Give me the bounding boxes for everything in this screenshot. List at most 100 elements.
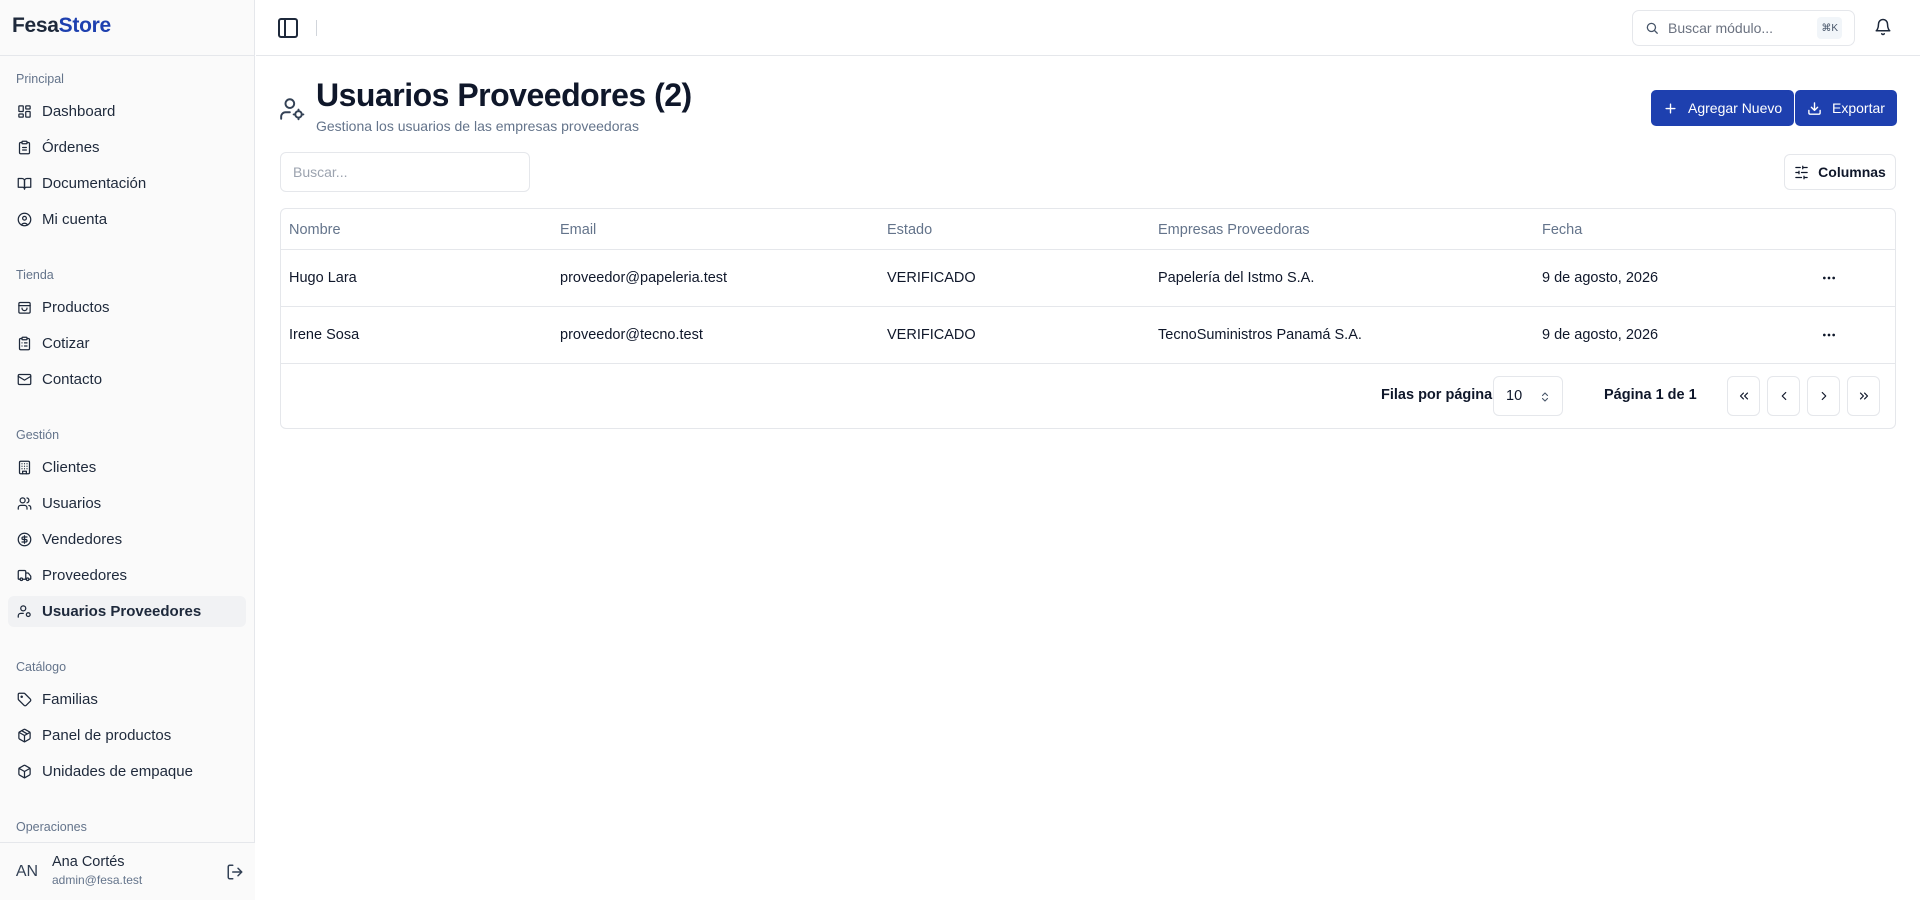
brand-name-part-1: Fesa	[12, 14, 59, 37]
user-profile: AN Ana Cortés admin@fesa.test	[0, 842, 255, 900]
sidebar-item-label: Vendedores	[42, 531, 123, 548]
sidebar-item-unidades-de-empaque[interactable]: Unidades de empaque	[8, 756, 246, 787]
dashboard-icon	[18, 105, 31, 118]
table-cell-empresa: TecnoSuministros Panamá S.A.	[1158, 327, 1362, 343]
section-label-catalogo: Catálogo	[16, 660, 67, 674]
row-actions-button[interactable]	[1815, 321, 1843, 349]
data-table: Nombre Email Estado Empresas Proveedoras…	[280, 208, 1896, 429]
book-icon	[17, 177, 32, 190]
plus-icon	[1665, 102, 1676, 114]
columns-label: Columnas	[1818, 164, 1886, 180]
page-title: Usuarios Proveedores (2)	[316, 77, 692, 113]
table-cell-empresa: Papelería del Istmo S.A.	[1158, 270, 1315, 286]
column-header-estado[interactable]: Estado	[887, 209, 932, 250]
sidebar-item-clientes[interactable]: Clientes	[8, 452, 246, 483]
row-actions-button[interactable]	[1815, 264, 1843, 292]
sidebar-item-ordenes[interactable]: Órdenes	[8, 132, 246, 163]
sidebar-item-productos[interactable]: Productos	[8, 292, 246, 323]
avatar[interactable]: AN	[12, 857, 42, 887]
bell-icon[interactable]	[1874, 18, 1892, 36]
sidebar-item-label: Usuarios	[42, 495, 102, 512]
mail-icon	[17, 373, 32, 386]
rows-per-page-label: Filas por página	[1381, 387, 1493, 403]
topbar: Buscar módulo... ⌘K	[256, 0, 1920, 56]
sidebar-item-label: Dashboard	[42, 103, 116, 120]
columns-button[interactable]: Columnas	[1784, 154, 1896, 190]
first-page-button[interactable]	[1727, 376, 1760, 416]
more-horizontal-icon	[1823, 333, 1835, 337]
sidebar-item-proveedores[interactable]: Proveedores	[8, 560, 246, 591]
user-circle-icon	[17, 212, 32, 227]
sidebar-item-familias[interactable]: Familias	[8, 684, 246, 715]
user-name: Ana Cortés	[52, 854, 125, 870]
sidebar-item-label: Cotizar	[42, 335, 90, 352]
sidebar-item-label: Productos	[42, 299, 110, 316]
search-icon	[1646, 22, 1658, 34]
more-horizontal-icon	[1823, 276, 1835, 280]
brand-logo[interactable]: FesaStore	[12, 14, 111, 38]
sidebar-item-label: Órdenes	[42, 139, 100, 156]
sidebar-item-label: Clientes	[42, 459, 97, 476]
sidebar-item-label: Documentación	[42, 175, 147, 192]
table-search-input[interactable]	[280, 152, 530, 192]
export-label: Exportar	[1832, 100, 1885, 116]
table-cell-estado: VERIFICADO	[887, 270, 976, 286]
section-label-tienda: Tienda	[16, 268, 54, 282]
clipboard-icon	[18, 140, 31, 155]
previous-page-button[interactable]	[1767, 376, 1800, 416]
sidebar-item-label: Panel de productos	[42, 727, 172, 744]
table-cell-fecha: 9 de agosto, 2026	[1542, 270, 1659, 286]
sidebar-item-panel-de-productos[interactable]: Panel de productos	[8, 720, 246, 751]
truck-icon	[17, 569, 32, 582]
sidebar-item-usuarios[interactable]: Usuarios	[8, 488, 246, 519]
page-subtitle: Gestiona los usuarios de las empresas pr…	[316, 118, 639, 134]
column-header-fecha[interactable]: Fecha	[1542, 209, 1582, 250]
logout-icon[interactable]	[226, 863, 244, 881]
column-header-email[interactable]: Email	[560, 209, 596, 250]
package-icon	[18, 728, 31, 743]
sidebar-item-mi-cuenta[interactable]: Mi cuenta	[8, 204, 246, 235]
divider	[0, 55, 255, 56]
download-icon	[1808, 101, 1821, 115]
add-new-label: Agregar Nuevo	[1688, 100, 1783, 116]
table-cell-email: proveedor@tecno.test	[560, 327, 703, 343]
module-search-placeholder: Buscar módulo...	[1668, 20, 1774, 36]
export-button[interactable]: Exportar	[1795, 90, 1897, 126]
module-search[interactable]: Buscar módulo... ⌘K	[1632, 10, 1855, 46]
sidebar-item-dashboard[interactable]: Dashboard	[8, 96, 246, 127]
sidebar-item-usuarios-proveedores[interactable]: Usuarios Proveedores	[8, 596, 246, 627]
section-label-operaciones: Operaciones	[16, 820, 87, 834]
page-indicator: Página 1 de 1	[1604, 387, 1697, 403]
next-page-button[interactable]	[1807, 376, 1840, 416]
table-cell-estado: VERIFICADO	[887, 327, 976, 343]
sidebar-item-label: Unidades de empaque	[42, 763, 193, 780]
keyboard-shortcut: ⌘K	[1817, 17, 1842, 39]
sidebar-item-documentacion[interactable]: Documentación	[8, 168, 246, 199]
last-page-button[interactable]	[1847, 376, 1880, 416]
column-header-empresas[interactable]: Empresas Proveedoras	[1158, 209, 1310, 250]
tag-icon	[17, 692, 32, 707]
clipboard-list-icon	[18, 336, 31, 351]
box-icon	[18, 764, 31, 779]
add-new-button[interactable]: Agregar Nuevo	[1651, 90, 1795, 126]
sidebar-item-cotizar[interactable]: Cotizar	[8, 328, 246, 359]
table-cell-fecha: 9 de agosto, 2026	[1542, 327, 1659, 343]
users-icon	[17, 497, 32, 510]
sidebar-item-label: Contacto	[42, 371, 103, 388]
sidebar-item-label: Usuarios Proveedores	[42, 603, 202, 620]
sidebar-item-label: Mi cuenta	[42, 211, 108, 228]
sidebar-item-contacto[interactable]: Contacto	[8, 364, 246, 395]
rows-per-page-value: 10	[1506, 388, 1523, 404]
column-header-nombre[interactable]: Nombre	[289, 209, 341, 250]
chevrons-left-icon	[1739, 392, 1748, 400]
section-label-gestion: Gestión	[16, 428, 60, 442]
sidebar-item-vendedores[interactable]: Vendedores	[8, 524, 246, 555]
sidebar-toggle-icon[interactable]	[276, 16, 300, 40]
section-label-principal: Principal	[16, 72, 64, 86]
rows-per-page-select[interactable]: 10	[1493, 376, 1563, 416]
table-cell-nombre: Hugo Lara	[289, 270, 357, 286]
user-cog-icon	[280, 98, 305, 121]
building-icon	[18, 460, 31, 475]
divider	[316, 20, 317, 36]
user-cog-icon	[17, 605, 31, 618]
